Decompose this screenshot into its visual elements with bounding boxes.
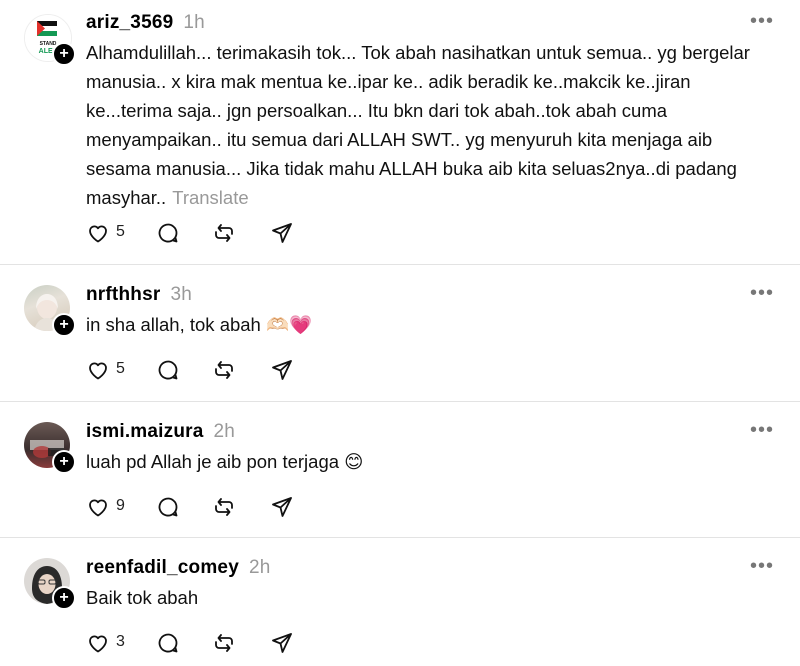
like-button[interactable]: 5 xyxy=(86,356,136,384)
comment-bubble-icon xyxy=(158,360,178,380)
like-count: 5 xyxy=(116,223,125,240)
comment-body: in sha allah, tok abah 🫶🏻💗 xyxy=(86,314,313,335)
comment-bubble-icon xyxy=(158,223,178,243)
like-count: 9 xyxy=(116,497,125,514)
comment-header: reenfadil_comey 2h xyxy=(86,557,271,579)
timestamp: 3h xyxy=(170,284,192,305)
repost-button[interactable] xyxy=(212,219,238,247)
comment-text: luah pd Allah je aib pon terjaga 😊 xyxy=(86,447,776,476)
repost-button[interactable] xyxy=(212,629,238,657)
repost-icon xyxy=(215,498,233,516)
repost-icon xyxy=(215,634,233,652)
more-dots-icon[interactable]: ••• xyxy=(750,10,774,33)
comment-bubble-icon xyxy=(158,497,178,517)
heart-icon xyxy=(89,635,107,653)
send-icon xyxy=(272,633,292,653)
send-icon xyxy=(272,223,292,243)
action-bar: 5 xyxy=(86,219,316,247)
share-button[interactable] xyxy=(270,219,296,247)
comment-text: Alhamdulillah... terimakasih tok... Tok … xyxy=(86,38,776,212)
comment-header: nrfthhsr 3h xyxy=(86,284,192,306)
username[interactable]: ismi.maizura xyxy=(86,421,204,442)
username[interactable]: reenfadil_comey xyxy=(86,557,239,578)
comment-body: luah pd Allah je aib pon terjaga 😊 xyxy=(86,451,364,472)
like-count: 3 xyxy=(116,633,125,650)
reply-button[interactable] xyxy=(156,356,182,384)
heart-icon xyxy=(89,362,107,380)
action-bar: 9 xyxy=(86,493,316,521)
repost-button[interactable] xyxy=(212,356,238,384)
username[interactable]: ariz_3569 xyxy=(86,12,173,33)
send-icon xyxy=(272,360,292,380)
comment-1: STAND ALES + ariz_3569 1h ••• Alhamdulill… xyxy=(0,0,800,264)
comment-text: Baik tok abah xyxy=(86,583,776,612)
like-button[interactable]: 5 xyxy=(86,219,136,247)
share-button[interactable] xyxy=(270,629,296,657)
send-icon xyxy=(272,497,292,517)
like-button[interactable]: 3 xyxy=(86,629,136,657)
timestamp: 2h xyxy=(213,421,236,442)
translate-link[interactable]: Translate xyxy=(172,187,248,208)
reply-button[interactable] xyxy=(156,493,182,521)
comment-2: + nrfthhsr 3h ••• in sha allah, tok abah … xyxy=(0,265,800,401)
follow-plus-icon[interactable]: + xyxy=(52,450,76,474)
follow-plus-icon[interactable]: + xyxy=(52,586,76,610)
share-button[interactable] xyxy=(270,493,296,521)
comment-header: ariz_3569 1h xyxy=(86,12,205,34)
more-dots-icon[interactable]: ••• xyxy=(750,555,774,578)
username[interactable]: nrfthhsr xyxy=(86,284,160,305)
heart-icon xyxy=(89,499,107,517)
comment-body: Baik tok abah xyxy=(86,587,199,608)
action-bar: 5 xyxy=(86,356,316,384)
repost-button[interactable] xyxy=(212,493,238,521)
like-count: 5 xyxy=(116,360,125,377)
heart-icon xyxy=(89,225,107,243)
comment-body: Alhamdulillah... terimakasih tok... Tok … xyxy=(86,42,750,208)
comment-3: + ismi.maizura 2h ••• luah pd Allah je ai… xyxy=(0,402,800,537)
more-dots-icon[interactable]: ••• xyxy=(750,282,774,305)
follow-plus-icon[interactable]: + xyxy=(52,313,76,337)
comment-text: in sha allah, tok abah 🫶🏻💗 xyxy=(86,310,776,339)
timestamp: 2h xyxy=(248,557,271,578)
timestamp: 1h xyxy=(183,12,205,33)
share-button[interactable] xyxy=(270,356,296,384)
comment-header: ismi.maizura 2h xyxy=(86,421,235,443)
more-dots-icon[interactable]: ••• xyxy=(750,419,774,442)
repost-icon xyxy=(215,361,233,379)
repost-icon xyxy=(215,224,233,242)
comment-bubble-icon xyxy=(158,633,178,653)
reply-button[interactable] xyxy=(156,219,182,247)
follow-plus-icon[interactable]: + xyxy=(52,42,76,66)
like-button[interactable]: 9 xyxy=(86,493,136,521)
comment-4: + reenfadil_comey 2h ••• Baik tok abah 3 xyxy=(0,538,800,666)
reply-button[interactable] xyxy=(156,629,182,657)
action-bar: 3 xyxy=(86,629,316,657)
